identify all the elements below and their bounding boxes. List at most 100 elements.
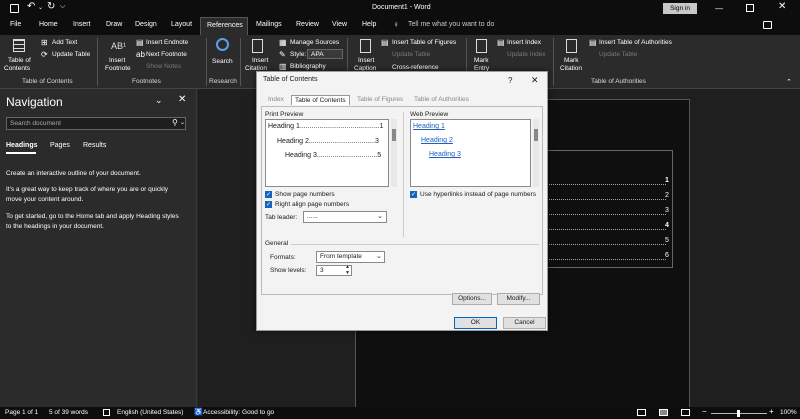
scrollbar-thumb[interactable] [534, 129, 538, 141]
web-preview-heading-2[interactable]: Heading 2 [421, 137, 453, 144]
undo-icon[interactable]: ↶ [27, 1, 35, 12]
dialog-help-button[interactable]: ? [508, 76, 512, 85]
search-button[interactable]: Search [212, 58, 233, 65]
tell-me-search[interactable]: Tell me what you want to do [408, 21, 494, 28]
search-document-box[interactable]: Search document ⚲ ⌄ [6, 117, 186, 130]
options-button[interactable]: Options... [452, 293, 492, 305]
next-footnote-button[interactable]: Next Footnote [146, 51, 187, 58]
web-preview-scrollbar[interactable] [533, 119, 539, 187]
collapse-ribbon-icon[interactable]: ⌃ [786, 78, 792, 86]
zoom-slider-thumb[interactable] [737, 410, 740, 417]
redo-icon[interactable]: ↻ [47, 1, 55, 12]
tab-draw[interactable]: Draw [106, 21, 122, 28]
language[interactable]: English (United States) [117, 409, 183, 416]
captions-update-table-button[interactable]: Update Table [392, 51, 430, 58]
insert-caption-button[interactable]: Insert [358, 57, 374, 64]
insert-endnote-button[interactable]: Insert Endnote [146, 39, 188, 46]
update-index-button[interactable]: Update Index [507, 51, 546, 58]
zoom-out-icon[interactable]: − [702, 407, 707, 416]
tab-leader-dropdown[interactable]: ...... ⌄ [303, 211, 387, 223]
insert-footnote-button-line2[interactable]: Footnote [105, 65, 131, 72]
mark-citation-button[interactable]: Mark [564, 57, 578, 64]
nav-help-text-1: Create an interactive outline of your do… [6, 170, 141, 177]
tab-home[interactable]: Home [39, 21, 58, 28]
web-preview-heading-3[interactable]: Heading 3 [429, 151, 461, 158]
insert-index-button[interactable]: Insert Index [507, 39, 541, 46]
insert-table-of-authorities-button[interactable]: Insert Table of Authorities [599, 39, 672, 46]
word-count[interactable]: 5 of 39 words [49, 409, 88, 416]
insert-footnote-button[interactable]: Insert [109, 57, 125, 64]
modify-button[interactable]: Modify... [497, 293, 540, 305]
tab-layout[interactable]: Layout [171, 21, 192, 28]
tab-review[interactable]: Review [296, 21, 319, 28]
customize-qat-icon[interactable]: ⌵ [60, 3, 65, 11]
dialog-tab-index[interactable]: Index [265, 95, 287, 105]
zoom-level[interactable]: 100% [780, 409, 797, 416]
style-dropdown[interactable]: APA [307, 49, 343, 59]
close-icon[interactable]: ✕ [178, 94, 186, 105]
show-page-numbers-checkbox[interactable]: ✓ [265, 191, 272, 198]
chevron-down-icon[interactable]: ⌄ [180, 119, 185, 126]
toc-page-number: 3 [665, 207, 669, 214]
toc-page-number: 5 [665, 237, 669, 244]
chevron-down-icon[interactable]: ⌄ [38, 4, 43, 11]
minimize-icon[interactable]: — [715, 4, 723, 13]
chevron-down-icon: ⌄ [376, 253, 382, 260]
nav-tab-headings[interactable]: Headings [6, 142, 38, 149]
tab-file[interactable]: File [10, 21, 21, 28]
restore-icon[interactable] [746, 4, 754, 12]
zoom-in-icon[interactable]: + [769, 407, 774, 416]
web-preview-heading-1[interactable]: Heading 1 [413, 123, 445, 130]
search-input[interactable]: Search document [10, 120, 61, 127]
cancel-button[interactable]: Cancel [503, 317, 546, 329]
toa-update-table-button[interactable]: Update Table [599, 51, 637, 58]
table-of-contents-button-line2[interactable]: Contents [4, 65, 30, 72]
spinner-down-icon[interactable]: ▼ [345, 270, 350, 276]
comments-icon[interactable] [763, 21, 772, 29]
show-notes-button[interactable]: Show Notes [146, 63, 181, 70]
insert-citation-button[interactable]: Insert [252, 57, 268, 64]
search-icon[interactable]: ⚲ [172, 118, 178, 127]
formats-dropdown[interactable]: From template ⌄ [316, 251, 385, 263]
sign-in-button[interactable]: Sign in [663, 3, 697, 14]
nav-tab-results[interactable]: Results [83, 142, 106, 149]
dialog-close-button[interactable]: ✕ [531, 75, 539, 86]
close-icon[interactable]: ✕ [778, 1, 786, 12]
nav-tab-pages[interactable]: Pages [50, 142, 70, 149]
tab-mailings[interactable]: Mailings [256, 21, 282, 28]
manage-sources-button[interactable]: Manage Sources [290, 39, 339, 46]
dialog-tab-table-of-contents[interactable]: Table of Contents [291, 95, 350, 105]
mark-entry-button[interactable]: Mark [474, 57, 488, 64]
table-of-contents-button[interactable]: Table of [8, 57, 31, 64]
tab-design[interactable]: Design [135, 21, 157, 28]
tab-leader-value: ...... [307, 213, 318, 220]
use-hyperlinks-checkbox[interactable]: ✓ [410, 191, 417, 198]
bibliography-button[interactable]: Bibliography [290, 63, 326, 70]
print-layout-icon[interactable] [659, 409, 668, 416]
ok-button[interactable]: OK [454, 317, 497, 329]
update-table-button[interactable]: Update Table [52, 51, 90, 58]
insert-table-of-figures-button[interactable]: Insert Table of Figures [392, 39, 456, 46]
zoom-slider[interactable] [711, 410, 767, 417]
show-levels-spinner[interactable]: 3 ▲ ▼ [316, 264, 352, 276]
tab-view[interactable]: View [332, 21, 347, 28]
chevron-down-icon[interactable]: ⌄ [155, 95, 163, 106]
add-text-button[interactable]: Add Text [52, 39, 77, 46]
cross-reference-button[interactable]: Cross-reference [392, 64, 439, 71]
web-layout-icon[interactable] [681, 409, 690, 416]
proofing-icon[interactable] [103, 409, 110, 416]
dialog-tab-table-of-authorities[interactable]: Table of Authorities [411, 95, 472, 105]
dialog-tab-table-of-figures[interactable]: Table of Figures [354, 95, 406, 105]
accessibility-status[interactable]: Accessibility: Good to go [203, 409, 274, 416]
mark-citation-button-line2[interactable]: Citation [560, 65, 582, 72]
tab-help[interactable]: Help [362, 21, 376, 28]
print-preview-scrollbar[interactable] [391, 119, 397, 187]
tab-insert[interactable]: Insert [73, 21, 91, 28]
save-icon[interactable] [10, 4, 19, 13]
page-count[interactable]: Page 1 of 1 [5, 409, 38, 416]
right-align-checkbox[interactable]: ✓ [265, 201, 272, 208]
read-mode-icon[interactable] [637, 409, 646, 416]
scrollbar-thumb[interactable] [392, 129, 396, 141]
tab-references[interactable]: References [200, 17, 248, 35]
nav-help-text-3b: to the headings in your document. [6, 223, 104, 230]
